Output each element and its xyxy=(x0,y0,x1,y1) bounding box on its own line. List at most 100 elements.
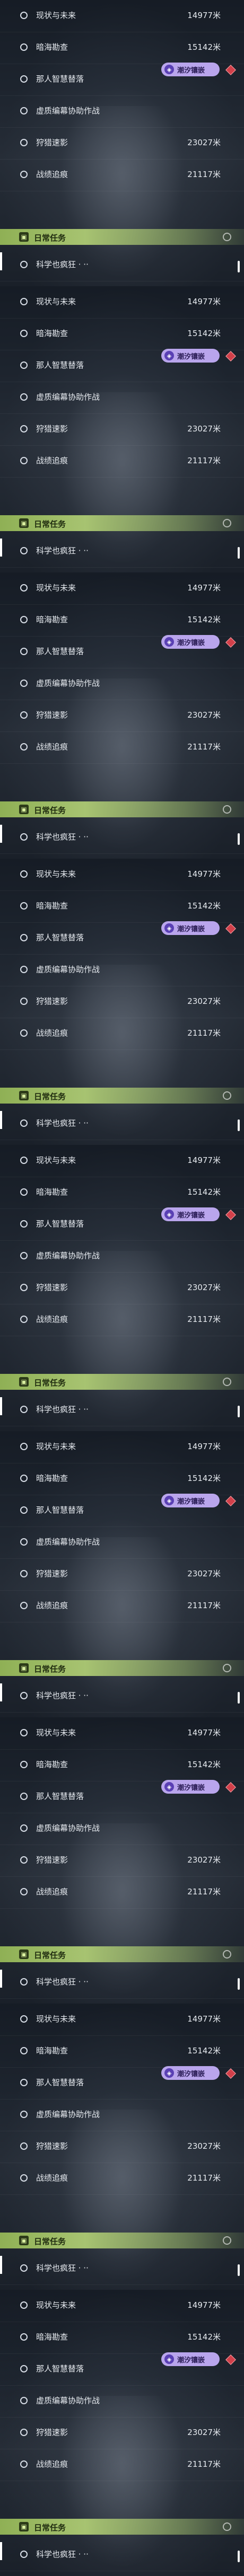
quest-row[interactable]: 战绩追痕 21117米 xyxy=(0,1590,244,1622)
quest-row[interactable]: 虚质编幕协助作战 xyxy=(0,95,244,128)
daily-tasks-header[interactable]: ▣ 日常任务 xyxy=(0,515,244,531)
quest-row[interactable]: 现状与未来 14977米 xyxy=(0,286,244,319)
quest-row[interactable]: 现状与未来 14977米 xyxy=(0,572,244,605)
scrollbar-thumb[interactable] xyxy=(238,1119,240,1131)
quest-row[interactable]: 虚质编幕协助作战 xyxy=(0,954,244,986)
quest-row[interactable]: 狩猎速影 23027米 xyxy=(0,986,244,1018)
quest-row[interactable]: 暗海勘查 15142米 xyxy=(0,890,244,923)
quest-name: 现状与未来 xyxy=(36,1155,76,1165)
scrollbar-thumb[interactable] xyxy=(238,2551,240,2562)
calendar-icon: ▣ xyxy=(19,1663,29,1673)
quest-distance: 21117米 xyxy=(187,2173,221,2183)
daily-task-row[interactable]: 科学也疯狂 · ·· xyxy=(0,2539,244,2571)
quest-row[interactable]: 狩猎速影 23027米 xyxy=(0,1845,244,1877)
quest-row[interactable]: 狩猎速影 23027米 xyxy=(0,2131,244,2163)
quest-row[interactable]: 战绩追痕 21117米 xyxy=(0,1018,244,1050)
quest-row[interactable]: 现状与未来 14977米 xyxy=(0,1431,244,1463)
tide-badge[interactable]: ◈ 潮汐镶嵌 xyxy=(161,2352,220,2366)
daily-tasks-header[interactable]: ▣ 日常任务 xyxy=(0,1946,244,1962)
quest-row[interactable]: 暗海勘查 15142米 xyxy=(0,2035,244,2068)
quest-row[interactable]: 现状与未来 14977米 xyxy=(0,0,244,32)
daily-tasks-header[interactable]: ▣ 日常任务 xyxy=(0,229,244,245)
daily-task-row[interactable]: 科学也疯狂 · ·· xyxy=(0,1394,244,1426)
tide-badge[interactable]: ◈ 潮汐镶嵌 xyxy=(161,349,220,363)
daily-task-row[interactable]: 科学也疯狂 · ·· xyxy=(0,1966,244,1999)
quest-row[interactable]: 现状与未来 14977米 xyxy=(0,1717,244,1750)
scrollbar-thumb[interactable] xyxy=(238,261,240,272)
quest-list-screen: 现状与未来 14977米 暗海勘查 15142米 那人智慧替落 虚质编幕协助作战 狩猎速影 2… xyxy=(0,0,244,2576)
quest-row[interactable]: 战绩追痕 21117米 xyxy=(0,1304,244,1336)
quest-row[interactable]: 暗海勘查 15142米 xyxy=(0,2322,244,2354)
quest-row[interactable]: 虚质编幕协助作战 xyxy=(0,382,244,414)
tide-badge[interactable]: ◈ 潮汐镶嵌 xyxy=(161,1494,220,1507)
daily-task-row[interactable]: 科学也疯狂 · ·· xyxy=(0,1680,244,1713)
quest-row[interactable]: 虚质编幕协助作战 xyxy=(0,1527,244,1559)
scrollbar-thumb[interactable] xyxy=(238,2264,240,2276)
quest-row[interactable]: 战绩追痕 21117米 xyxy=(0,2449,244,2481)
calendar-icon: ▣ xyxy=(19,2522,29,2531)
quest-row[interactable]: 现状与未来 14977米 xyxy=(0,2004,244,2036)
quest-row[interactable]: 暗海勘查 15142米 xyxy=(0,1177,244,1209)
daily-task-row[interactable]: 科学也疯狂 · ·· xyxy=(0,249,244,281)
quest-row[interactable]: 现状与未来 14977米 xyxy=(0,859,244,891)
quest-row[interactable]: 狩猎速影 23027米 xyxy=(0,127,244,160)
collapse-toggle-icon[interactable] xyxy=(223,233,231,241)
quest-row[interactable]: 战绩追痕 21117米 xyxy=(0,731,244,764)
quest-row[interactable]: 狩猎速影 23027米 xyxy=(0,700,244,732)
scrollbar-thumb[interactable] xyxy=(238,1406,240,1417)
quest-row[interactable]: 狩猎速影 23027米 xyxy=(0,1272,244,1304)
quest-row[interactable]: 暗海勘查 15142米 xyxy=(0,1749,244,1781)
collapse-toggle-icon[interactable] xyxy=(223,1091,231,1100)
daily-task-row[interactable]: 科学也疯狂 · ·· xyxy=(0,822,244,854)
quest-row[interactable]: 战绩追痕 21117米 xyxy=(0,445,244,478)
quest-name: 狩猎速影 xyxy=(36,424,68,434)
tide-badge[interactable]: ◈ 潮汐镶嵌 xyxy=(161,921,220,935)
scrollbar-thumb[interactable] xyxy=(238,1692,240,1704)
quest-row[interactable]: 暗海勘查 15142米 xyxy=(0,318,244,350)
quest-row[interactable]: 虚质编幕协助作战 xyxy=(0,1813,244,1845)
collapse-toggle-icon[interactable] xyxy=(223,2522,231,2531)
quest-name: 暗海勘查 xyxy=(36,615,68,624)
daily-tasks-header[interactable]: ▣ 日常任务 xyxy=(0,801,244,817)
daily-task-row[interactable]: 科学也疯狂 · ·· xyxy=(0,535,244,568)
collapse-toggle-icon[interactable] xyxy=(223,1378,231,1386)
quest-row[interactable]: 暗海勘查 15142米 xyxy=(0,32,244,64)
daily-tasks-header[interactable]: ▣ 日常任务 xyxy=(0,2519,244,2535)
scrollbar-thumb[interactable] xyxy=(238,547,240,559)
daily-tasks-header[interactable]: ▣ 日常任务 xyxy=(0,1088,244,1104)
daily-task-row[interactable]: 科学也疯狂 · ·· xyxy=(0,1108,244,1140)
quest-row[interactable]: 虚质编幕协助作战 xyxy=(0,2099,244,2131)
daily-tasks-header[interactable]: ▣ 日常任务 xyxy=(0,1374,244,1390)
collapse-toggle-icon[interactable] xyxy=(223,2236,231,2245)
quest-row[interactable]: 狩猎速影 23027米 xyxy=(0,2417,244,2449)
quest-row[interactable]: 现状与未来 14977米 xyxy=(0,1145,244,1177)
quest-status-icon xyxy=(20,1570,28,1577)
daily-task-row[interactable]: 科学也疯狂 · ·· xyxy=(0,2253,244,2285)
quest-row[interactable]: 暗海勘查 15142米 xyxy=(0,604,244,637)
collapse-toggle-icon[interactable] xyxy=(223,805,231,814)
quest-row[interactable]: 虚质编幕协助作战 xyxy=(0,1240,244,1273)
collapse-toggle-icon[interactable] xyxy=(223,1664,231,1672)
collapse-toggle-icon[interactable] xyxy=(223,1950,231,1959)
quest-row[interactable]: 虚质编幕协助作战 xyxy=(0,2385,244,2418)
quest-row[interactable]: 狩猎速影 23027米 xyxy=(0,413,244,446)
quest-row[interactable]: 战绩追痕 21117米 xyxy=(0,2163,244,2195)
quest-distance: 15142米 xyxy=(187,615,221,624)
tide-badge[interactable]: ◈ 潮汐镶嵌 xyxy=(161,635,220,649)
daily-tasks-header[interactable]: ▣ 日常任务 xyxy=(0,1660,244,1676)
quest-row[interactable]: 战绩追痕 21117米 xyxy=(0,1876,244,1909)
quest-row[interactable]: 现状与未来 14977米 xyxy=(0,2290,244,2322)
scrollbar-thumb[interactable] xyxy=(238,833,240,845)
collapse-toggle-icon[interactable] xyxy=(223,519,231,527)
scrollbar-thumb[interactable] xyxy=(238,1978,240,1990)
daily-tasks-header[interactable]: ▣ 日常任务 xyxy=(0,2233,244,2248)
quest-row[interactable]: 暗海勘查 15142米 xyxy=(0,1463,244,1495)
quest-distance: 21117米 xyxy=(187,170,221,179)
tide-badge[interactable]: ◈ 潮汐镶嵌 xyxy=(161,63,220,76)
quest-row[interactable]: 狩猎速影 23027米 xyxy=(0,1558,244,1591)
tide-badge[interactable]: ◈ 潮汐镶嵌 xyxy=(161,1780,220,1794)
quest-row[interactable]: 战绩追痕 21117米 xyxy=(0,159,244,191)
tide-badge[interactable]: ◈ 潮汐镶嵌 xyxy=(161,1207,220,1221)
quest-row[interactable]: 虚质编幕协助作战 xyxy=(0,668,244,700)
tide-badge[interactable]: ◈ 潮汐镶嵌 xyxy=(161,2066,220,2080)
